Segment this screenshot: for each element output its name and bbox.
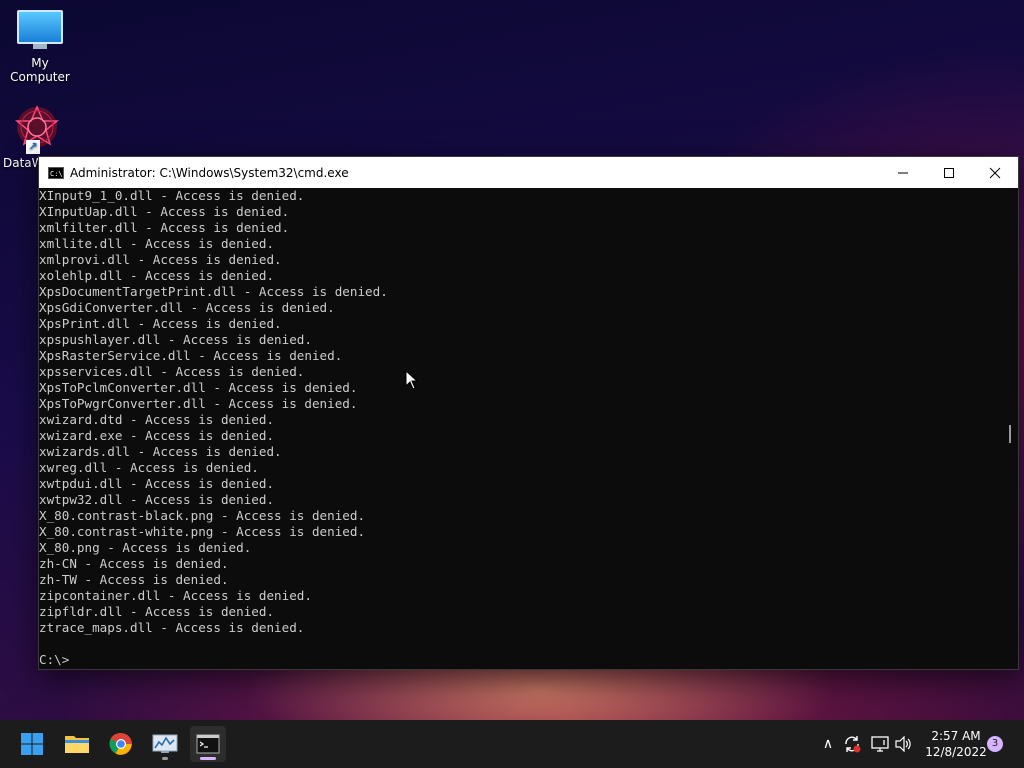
clock-date: 12/8/2022 [925,745,987,759]
scrollbar-thumb[interactable] [1009,425,1011,443]
shortcut-arrow-icon: ↗ [26,140,40,154]
title-bar[interactable]: C:\ Administrator: C:\Windows\System32\c… [39,157,1018,188]
console-line: xolehlp.dll - Access is denied. [39,268,275,283]
desktop-icon-my-computer[interactable]: My Computer [0,10,80,84]
console-line: XpsToPclmConverter.dll - Access is denie… [39,380,358,395]
chevron-up-icon: ∧ [822,736,834,752]
console-line: xwtpdui.dll - Access is denied. [39,476,275,491]
vertical-scrollbar[interactable] [1002,188,1018,669]
computer-icon [17,10,63,49]
notification-badge[interactable]: 3 [987,736,1003,752]
speaker-icon [895,736,911,752]
console-line: xmlprovi.dll - Access is denied. [39,252,282,267]
close-icon [989,167,1001,178]
active-indicator [200,757,216,760]
mouse-cursor-icon [405,370,419,390]
console-line: X_80.png - Access is denied. [39,540,252,555]
console-line: xpspushlayer.dll - Access is denied. [39,332,312,347]
datawatch-logo-icon: ↗ [14,104,60,154]
console-line: XpsGdiConverter.dll - Access is denied. [39,300,335,315]
cmd-taskbar-button[interactable] [190,726,226,762]
console-line: xpsservices.dll - Access is denied. [39,364,305,379]
console-output[interactable]: XInput9_1_0.dll - Access is denied. XInpu… [39,188,1002,669]
console-line: zh-CN - Access is denied. [39,556,229,571]
console-line: XpsToPwgrConverter.dll - Access is denie… [39,396,358,411]
minimize-icon [898,172,908,173]
cmd-icon [196,734,220,754]
console-line: xwreg.dll - Access is denied. [39,460,259,475]
console-line: XInputUap.dll - Access is denied. [39,204,290,219]
console-line: zh-TW - Access is denied. [39,572,229,587]
taskbar: ∧ 2:57 AM 12/8/2022 [0,720,1024,768]
sync-status-button[interactable] [842,734,862,754]
sync-alert-icon [845,736,861,753]
console-line: xwizards.dll - Access is denied. [39,444,282,459]
console-line: X_80.contrast-white.png - Access is deni… [39,524,366,539]
close-button[interactable] [972,157,1018,188]
console-line: XpsPrint.dll - Access is denied. [39,316,282,331]
console-line: xwizard.exe - Access is denied. [39,428,275,443]
start-button[interactable] [14,726,50,762]
folder-icon [65,736,89,753]
volume-button[interactable] [894,734,914,754]
desktop-icon-label: My Computer [10,56,70,84]
chrome-icon [109,732,132,755]
clock-button[interactable]: 2:57 AM 12/8/2022 [918,728,994,760]
running-indicator [162,757,168,760]
console-line: zipcontainer.dll - Access is denied. [39,588,312,603]
console-line: XpsRasterService.dll - Access is denied. [39,348,343,363]
maximize-button[interactable] [926,157,972,188]
resource-monitor-icon [152,734,178,753]
resource-monitor-button[interactable] [147,726,183,762]
show-hidden-icons-button[interactable]: ∧ [818,734,838,754]
desktop-icon-dataw[interactable]: ↗ DataW [0,104,80,170]
console-line: ztrace_maps.dll - Access is denied. [39,620,305,635]
console-line: zipfldr.dll - Access is denied. [39,604,275,619]
console-line: xmlfilter.dll - Access is denied. [39,220,290,235]
chrome-button[interactable] [103,726,139,762]
window-title: Administrator: C:\Windows\System32\cmd.e… [70,165,349,180]
console-line: xwtpw32.dll - Access is denied. [39,492,275,507]
command-prompt: C:\> [39,652,70,667]
maximize-icon [944,167,954,178]
console-line: XInput9_1_0.dll - Access is denied. [39,188,305,203]
console-line: xmllite.dll - Access is denied. [39,236,275,251]
windows-start-icon [21,733,43,755]
network-icon [871,736,889,752]
clock-time: 2:57 AM [931,729,981,743]
cmd-window[interactable]: C:\ Administrator: C:\Windows\System32\c… [38,156,1019,670]
console-line: X_80.contrast-black.png - Access is deni… [39,508,366,523]
cmd-app-icon[interactable]: C:\ [48,166,64,179]
console-line: XpsDocumentTargetPrint.dll - Access is d… [39,284,388,299]
network-button[interactable] [870,734,890,754]
file-explorer-button[interactable] [59,726,95,762]
minimize-button[interactable] [880,157,926,188]
console-line: xwizard.dtd - Access is denied. [39,412,275,427]
